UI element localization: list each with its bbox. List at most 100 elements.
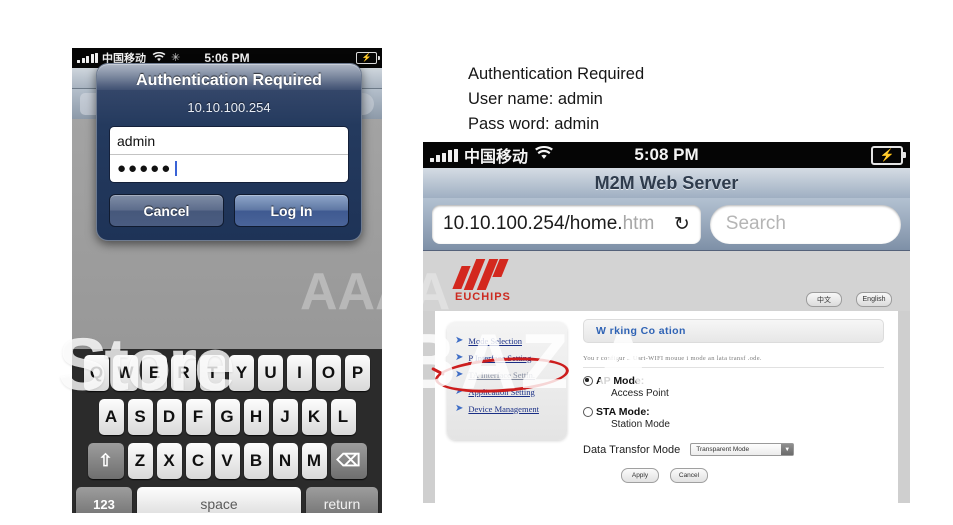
- sidebar-item-label: TA Interface Settin.: [468, 369, 535, 380]
- right-status-bar: 中国移动 5:08 PM ⚡: [423, 142, 910, 168]
- key-i[interactable]: I: [287, 355, 312, 391]
- key-d[interactable]: D: [156, 399, 182, 435]
- sidebar-item-label: Device Management: [468, 403, 539, 414]
- lang-chinese-button[interactable]: 中文: [806, 292, 842, 307]
- key-u[interactable]: U: [258, 355, 283, 391]
- sidebar-item-mode-selection[interactable]: ➤ Mode Selection: [447, 332, 567, 349]
- keyboard-row-4: 123 space return: [76, 487, 378, 513]
- sidebar-item-label: P Interface Setting: [468, 352, 532, 363]
- key-g[interactable]: G: [214, 399, 240, 435]
- ap-mode-label: AP Mode:: [596, 375, 645, 387]
- form-buttons: Apply Cancel: [583, 468, 884, 483]
- key-a[interactable]: A: [98, 399, 124, 435]
- instruction-note: Authentication Required User name: admin…: [468, 62, 798, 137]
- key-s[interactable]: S: [127, 399, 153, 435]
- sidebar-item-label: Mode Selection: [468, 335, 522, 346]
- key-y[interactable]: Y: [229, 355, 254, 391]
- ap-mode-radio[interactable]: [583, 376, 593, 386]
- shift-up-arrow-icon[interactable]: ⇧: [87, 443, 124, 479]
- reload-icon[interactable]: ↻: [669, 213, 690, 236]
- page-body: ➤ Mode Selection ➤ P Interface Setting ➤…: [431, 311, 898, 503]
- dialog-buttons: Cancel Log In: [97, 183, 361, 240]
- cancel-button[interactable]: Cancel: [109, 194, 224, 227]
- keyboard-row-3: ⇧ Z X C V B N M ⌫: [76, 443, 378, 479]
- key-l[interactable]: L: [330, 399, 356, 435]
- web-page-viewport: EUCHIPS 中文 English ➤ Mode Selection ➤ P …: [423, 251, 910, 503]
- keyboard-row-1: Q W E R T Y U I O P: [76, 355, 378, 391]
- data-transfer-row: Data Transfor Mode Transparent Mode ▼: [583, 443, 884, 456]
- sidebar-item-application-setting[interactable]: ➤ Application Setting: [447, 383, 567, 400]
- key-q[interactable]: Q: [84, 355, 109, 391]
- key-t[interactable]: T: [200, 355, 225, 391]
- space-key[interactable]: space: [137, 487, 301, 513]
- key-x[interactable]: X: [156, 443, 182, 479]
- username-value: admin: [117, 132, 156, 149]
- sta-mode-sublabel: Station Mode: [611, 419, 670, 430]
- bullet-arrow-icon: ➤: [455, 385, 464, 397]
- key-c[interactable]: C: [185, 443, 211, 479]
- ap-mode-row[interactable]: AP Mode:: [583, 375, 884, 387]
- key-n[interactable]: N: [272, 443, 298, 479]
- sidebar-item-ap-interface-setting[interactable]: ➤ P Interface Setting: [447, 349, 567, 366]
- sidebar-item-device-management[interactable]: ➤ Device Management: [447, 400, 567, 417]
- note-line-auth: Authentication Required: [468, 65, 645, 83]
- bullet-arrow-icon: ➤: [455, 351, 464, 363]
- euchips-logo: EUCHIPS: [452, 259, 511, 303]
- password-input[interactable]: ●●●●●: [110, 154, 348, 182]
- login-button[interactable]: Log In: [234, 194, 349, 227]
- chevron-down-icon[interactable]: ▼: [781, 444, 794, 455]
- key-e[interactable]: E: [142, 355, 167, 391]
- sta-mode-row[interactable]: STA Mode:: [583, 406, 884, 418]
- key-o[interactable]: O: [316, 355, 341, 391]
- key-w[interactable]: W: [113, 355, 138, 391]
- bullet-arrow-icon: ➤: [455, 402, 464, 414]
- key-v[interactable]: V: [214, 443, 240, 479]
- key-m[interactable]: M: [301, 443, 327, 479]
- panel-description: You r configur .. Uart-WIFI mouue i mode…: [583, 355, 884, 368]
- dialog-host-label: 10.10.100.254: [187, 100, 271, 115]
- key-p[interactable]: P: [345, 355, 370, 391]
- left-phone-screenshot: 中国移动 ✳ 5:06 PM ⚡ Cannot Open Page Authen…: [72, 48, 382, 513]
- sta-mode-radio[interactable]: [583, 407, 593, 417]
- return-key[interactable]: return: [306, 487, 378, 513]
- lang-english-button[interactable]: English: [856, 292, 892, 307]
- battery-charging-icon: ⚡: [356, 52, 380, 64]
- url-faded: htm: [622, 213, 655, 234]
- address-field[interactable]: 10.10.100.254/home.htm ↻: [432, 204, 701, 244]
- data-transfer-select[interactable]: Transparent Mode ▼: [690, 443, 795, 456]
- password-value: ●●●●●: [117, 160, 173, 177]
- sidebar-item-label: Application Setting: [468, 386, 535, 397]
- backspace-delete-icon[interactable]: ⌫: [330, 443, 367, 479]
- url-visible: 10.10.100.254/home.: [443, 213, 623, 234]
- note-line-username: User name: admin: [468, 90, 603, 108]
- ap-mode-sublabel: Access Point: [611, 388, 669, 399]
- key-z[interactable]: Z: [127, 443, 153, 479]
- key-k[interactable]: K: [301, 399, 327, 435]
- search-input[interactable]: Search: [709, 204, 901, 244]
- on-screen-keyboard[interactable]: Q W E R T Y U I O P A S D F G H J K L ⇧ …: [72, 349, 382, 513]
- numbers-key[interactable]: 123: [76, 487, 132, 513]
- dialog-title: Authentication Required: [136, 72, 322, 89]
- language-switcher: 中文 English: [806, 292, 892, 307]
- key-b[interactable]: B: [243, 443, 269, 479]
- apply-button[interactable]: Apply: [621, 468, 659, 483]
- sta-mode-label: STA Mode:: [596, 406, 650, 418]
- sidebar-item-sta-interface-setting[interactable]: ➤ TA Interface Settin.: [447, 366, 567, 383]
- address-text: 10.10.100.254/home.htm: [443, 213, 654, 235]
- site-header: EUCHIPS 中文 English: [423, 251, 910, 311]
- browser-url-bar: 10.10.100.254/home.htm ↻ Search: [423, 198, 910, 251]
- key-j[interactable]: J: [272, 399, 298, 435]
- panel-title: W rking Co ation: [583, 319, 884, 343]
- note-line-password: Pass word: admin: [468, 115, 600, 133]
- username-input[interactable]: admin: [110, 127, 348, 154]
- main-content: W rking Co ation You r configur .. Uart-…: [567, 319, 898, 503]
- wifi-icon: [534, 145, 554, 165]
- key-f[interactable]: F: [185, 399, 211, 435]
- key-h[interactable]: H: [243, 399, 269, 435]
- data-transfer-value: Transparent Mode: [696, 446, 750, 453]
- key-r[interactable]: R: [171, 355, 196, 391]
- right-phone-screenshot: 中国移动 5:08 PM ⚡ M2M Web Server 10.10.100.…: [423, 142, 910, 503]
- cancel-button[interactable]: Cancel: [670, 468, 708, 483]
- keyboard-row-2: A S D F G H J K L: [76, 399, 378, 435]
- sidebar-menu: ➤ Mode Selection ➤ P Interface Setting ➤…: [431, 322, 571, 440]
